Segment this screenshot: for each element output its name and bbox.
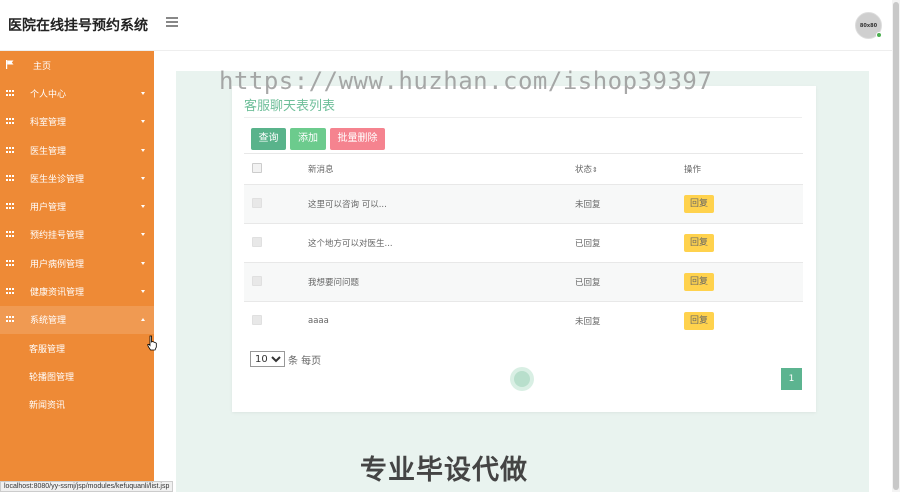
sidebar-item-label: 医生管理	[30, 146, 67, 157]
online-status-dot	[876, 32, 882, 38]
reply-button[interactable]: 回复	[684, 312, 715, 331]
list-card: 客服聊天表列表 查询 添加 批量删除 新消息 状态⇕ 操作 这里可以咨询 可以.…	[232, 86, 816, 412]
grid-icon	[6, 146, 15, 154]
select-all-checkbox[interactable]	[252, 162, 262, 173]
sidebar-item-users[interactable]: 用户管理	[0, 192, 154, 220]
page-size-label: 条 每页	[288, 355, 322, 367]
sidebar-item-label: 医生坐诊管理	[30, 174, 85, 185]
add-button[interactable]: 添加	[290, 128, 326, 150]
sidebar-item-health-news[interactable]: 健康资讯管理	[0, 277, 154, 305]
row-checkbox[interactable]	[252, 275, 262, 286]
hand-cursor-icon	[147, 335, 157, 351]
status-cell: 未回复	[567, 184, 676, 224]
grid-icon	[6, 231, 15, 238]
sort-icon: ⇕	[592, 166, 598, 174]
sidebar-item-medical-records[interactable]: 用户病例管理	[0, 249, 154, 277]
page-title: 客服聊天表列表	[244, 99, 336, 114]
sidebar-item-doctor-schedule[interactable]: 医生坐诊管理	[0, 164, 154, 192]
sidebar-item-appointments[interactable]: 预约挂号管理	[0, 221, 154, 249]
table-header-row: 新消息 状态⇕ 操作	[244, 153, 803, 185]
table-row: aaaa 未回复 回复	[244, 301, 803, 341]
message-cell: 这个地方可以对医生...	[300, 223, 567, 263]
status-cell: 已回复	[567, 223, 676, 263]
message-cell: aaaa	[300, 301, 567, 341]
watermark-text: https://www.huzhan.com/ishop39397	[219, 67, 713, 95]
column-header-message[interactable]: 新消息	[300, 153, 567, 185]
page-size-control: 10 条 每页	[250, 351, 321, 367]
grid-icon	[6, 203, 15, 210]
sidebar-item-home[interactable]: 主页	[0, 51, 154, 79]
chevron-down-icon	[141, 176, 145, 180]
message-table: 新消息 状态⇕ 操作 这里可以咨询 可以... 未回复 回复 这个地方可以对医生…	[244, 153, 803, 341]
message-cell: 我想要问问题	[300, 262, 567, 302]
sidebar-subitem-carousel[interactable]: 轮播图管理	[0, 362, 154, 390]
table-row: 这个地方可以对医生... 已回复 回复	[244, 223, 803, 263]
chevron-down-icon	[141, 233, 145, 237]
sidebar-item-label: 用户管理	[30, 203, 67, 214]
title-divider	[244, 117, 802, 118]
row-checkbox[interactable]	[252, 314, 262, 325]
sidebar-item-label: 用户病例管理	[30, 259, 85, 270]
grid-icon	[6, 259, 15, 267]
app-title: 医院在线挂号预约系统	[8, 18, 148, 34]
reply-button[interactable]: 回复	[684, 234, 715, 252]
reply-button[interactable]: 回复	[684, 273, 715, 291]
chevron-down-icon	[141, 91, 145, 95]
column-header-status[interactable]: 状态⇕	[567, 153, 676, 185]
grid-icon	[6, 174, 15, 182]
chevron-down-icon	[141, 120, 145, 124]
sidebar-item-department[interactable]: 科室管理	[0, 108, 154, 136]
page-size-select[interactable]: 10	[250, 351, 285, 367]
top-header: 医院在线挂号预约系统 80x80	[0, 0, 892, 51]
sidebar-item-label: 个人中心	[30, 89, 67, 100]
sidebar-item-label: 主页	[33, 61, 52, 72]
status-bar-url: localhost:8080/yy-ssmj/jsp/modules/kefuq…	[0, 481, 174, 492]
chevron-down-icon	[141, 205, 145, 209]
table-row: 我想要问问题 已回复 回复	[244, 262, 803, 302]
sidebar-subitem-news[interactable]: 新闻资讯	[0, 391, 154, 419]
column-header-action: 操作	[676, 153, 803, 185]
table-row: 这里可以咨询 可以... 未回复 回复	[244, 184, 803, 224]
sidebar-item-system[interactable]: 系统管理	[0, 305, 154, 334]
status-cell: 未回复	[567, 301, 676, 341]
chevron-up-icon	[141, 318, 145, 322]
grid-icon	[6, 316, 15, 323]
batch-delete-button[interactable]: 批量删除	[330, 128, 385, 150]
row-checkbox[interactable]	[252, 236, 262, 247]
promo-overlay-text: 专业毕设代做	[360, 455, 528, 486]
chevron-down-icon	[141, 148, 145, 152]
menu-toggle-icon[interactable]	[166, 17, 178, 27]
reply-button[interactable]: 回复	[684, 195, 715, 213]
sidebar-item-label: 系统管理	[30, 316, 67, 327]
chevron-down-icon	[141, 290, 145, 294]
sidebar-subitem-customer-service[interactable]: 客服管理	[0, 334, 154, 362]
sidebar-item-label: 健康资讯管理	[30, 288, 85, 299]
grid-icon	[6, 89, 15, 97]
sidebar-item-personal-center[interactable]: 个人中心	[0, 79, 154, 107]
scrollbar-thumb[interactable]	[893, 2, 899, 490]
grid-icon	[6, 288, 15, 295]
page-number-button[interactable]: 1	[781, 368, 802, 390]
sidebar-item-label: 科室管理	[30, 118, 67, 129]
grid-icon	[6, 118, 15, 125]
row-checkbox[interactable]	[252, 197, 262, 208]
vertical-scrollbar[interactable]	[892, 0, 900, 492]
sidebar: 主页 个人中心 科室管理 医生管理 医生坐诊管理 用户管理 预约挂号管理 用户病…	[0, 51, 154, 492]
chevron-down-icon	[141, 261, 145, 265]
loading-spinner-icon	[510, 367, 534, 391]
flag-icon	[6, 60, 14, 69]
message-cell: 这里可以咨询 可以...	[300, 184, 567, 224]
query-button[interactable]: 查询	[251, 128, 286, 150]
status-cell: 已回复	[567, 262, 676, 302]
sidebar-item-label: 预约挂号管理	[30, 231, 85, 242]
sidebar-item-doctor[interactable]: 医生管理	[0, 136, 154, 164]
